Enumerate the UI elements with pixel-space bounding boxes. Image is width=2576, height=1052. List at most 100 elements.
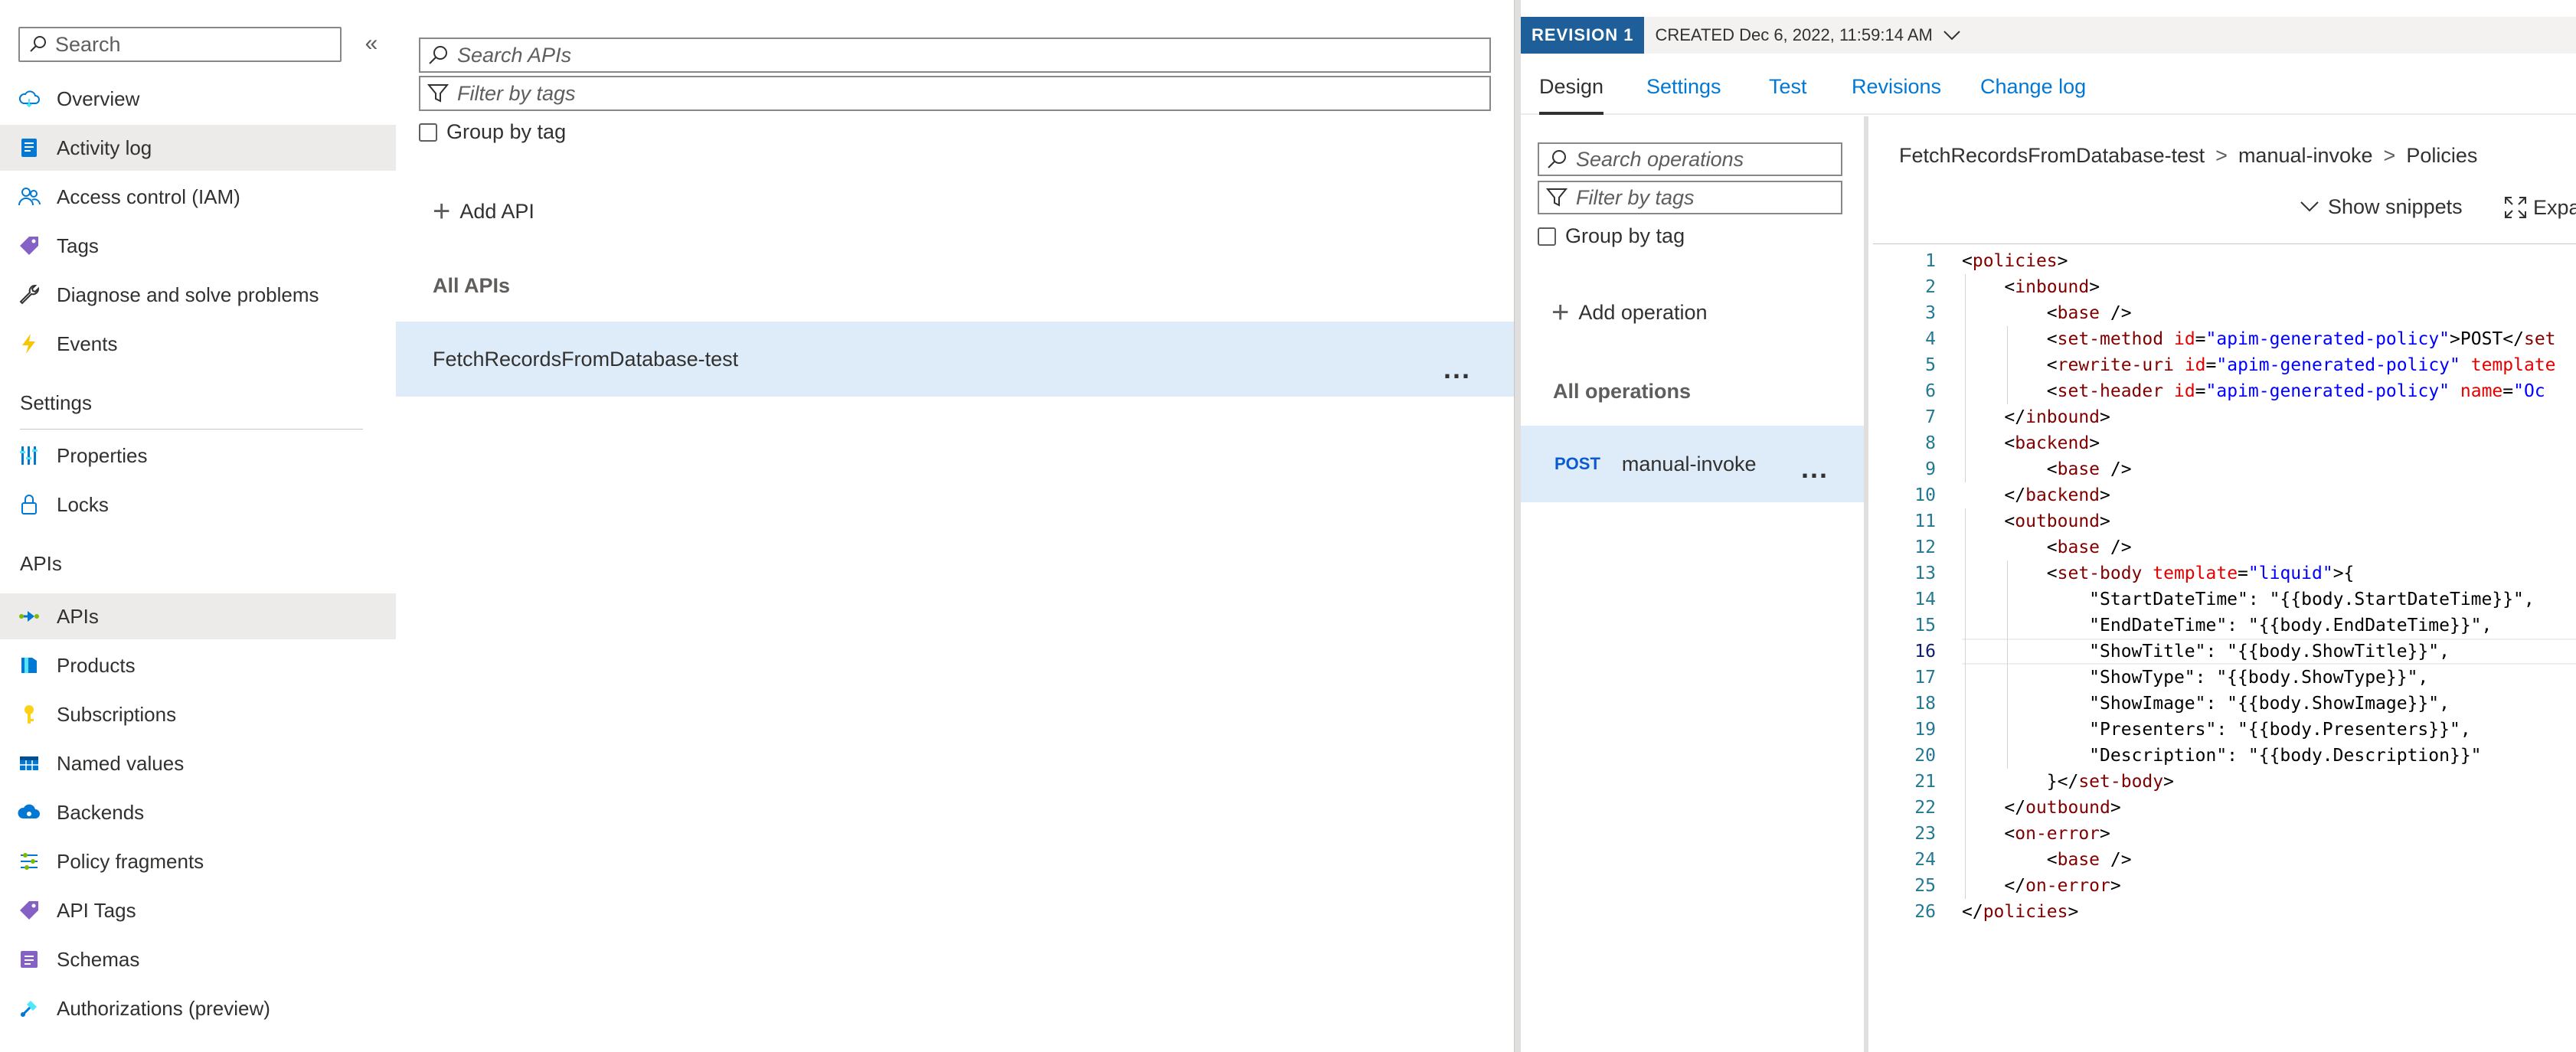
- search-apis-placeholder: Search APIs: [457, 43, 572, 67]
- add-api-button[interactable]: + Add API: [433, 196, 534, 227]
- menu-search-placeholder: Search: [55, 32, 121, 56]
- code-line[interactable]: </inbound>: [1962, 407, 2110, 427]
- code-line[interactable]: }</set-body>: [1962, 772, 2174, 792]
- add-operation-button[interactable]: + Add operation: [1551, 297, 1708, 328]
- code-line[interactable]: "ShowTitle": "{{body.ShowTitle}}",: [1962, 642, 2450, 662]
- nav-item-tags[interactable]: Tags: [0, 223, 396, 269]
- tab-test[interactable]: Test: [1769, 67, 1807, 115]
- plus-icon: +: [1551, 296, 1570, 329]
- tab-settings[interactable]: Settings: [1646, 67, 1721, 115]
- wrench-icon: [15, 281, 43, 309]
- http-verb-badge: POST: [1554, 454, 1600, 473]
- code-line[interactable]: "Description": "{{body.Description}}": [1962, 746, 2481, 766]
- add-operation-label: Add operation: [1578, 300, 1708, 324]
- search-operations-input[interactable]: Search operations: [1538, 142, 1842, 176]
- code-line[interactable]: <policies>: [1962, 251, 2068, 271]
- filter-by-tags-input[interactable]: Filter by tags: [419, 76, 1491, 111]
- line-number: 2: [1925, 277, 1936, 297]
- api-row[interactable]: FetchRecordsFromDatabase-test: [396, 322, 1514, 397]
- key-icon: [15, 701, 43, 728]
- code-line[interactable]: <base />: [1962, 537, 2132, 557]
- code-line[interactable]: <base />: [1962, 303, 2132, 323]
- nav-label: Tags: [57, 234, 99, 257]
- chevron-down-icon[interactable]: [1940, 24, 1963, 47]
- api-more-button[interactable]: ...: [1443, 355, 1471, 383]
- api-list-pane: Search APIs Filter by tags Group by tag …: [396, 0, 1514, 1052]
- code-line[interactable]: </outbound>: [1962, 798, 2120, 818]
- code-line[interactable]: <outbound>: [1962, 511, 2110, 531]
- group-by-tag-checkbox[interactable]: Group by tag: [419, 120, 566, 144]
- code-line[interactable]: <set-body template="liquid">{: [1962, 564, 2355, 583]
- nav-item-products[interactable]: Products: [0, 642, 396, 688]
- code-line[interactable]: <base />: [1962, 850, 2132, 870]
- schema-icon: [15, 946, 43, 973]
- show-snippets-button[interactable]: Show snippets: [2297, 194, 2463, 219]
- operation-name: manual-invoke: [1621, 452, 1757, 475]
- nav-item-subscriptions[interactable]: Subscriptions: [0, 691, 396, 737]
- code-line[interactable]: "StartDateTime": "{{body.StartDateTime}}…: [1962, 590, 2535, 609]
- code-line[interactable]: <rewrite-uri id="apim-generated-policy" …: [1962, 355, 2556, 375]
- nav-item-schemas[interactable]: Schemas: [0, 936, 396, 982]
- nav-item-named-values[interactable]: Named values: [0, 740, 396, 786]
- show-snippets-label: Show snippets: [2328, 194, 2463, 218]
- nav-label: Properties: [57, 443, 148, 467]
- search-operations-placeholder: Search operations: [1576, 147, 1744, 171]
- line-number: 24: [1914, 850, 1936, 870]
- code-line[interactable]: <inbound>: [1962, 277, 2100, 297]
- tab-design[interactable]: Design: [1539, 67, 1604, 115]
- lock-icon: [15, 491, 43, 518]
- operations-pane: Search operations Filter by tags Group b…: [1521, 116, 1868, 1052]
- table-icon: [15, 750, 43, 777]
- tab-revisions[interactable]: Revisions: [1852, 67, 1941, 115]
- nav-item-diagnose[interactable]: Diagnose and solve problems: [0, 272, 396, 318]
- collapse-menu-button[interactable]: «: [360, 31, 383, 57]
- nav-item-api-tags[interactable]: API Tags: [0, 887, 396, 933]
- nav-item-access-control[interactable]: Access control (IAM): [0, 174, 396, 220]
- checkbox-box[interactable]: [419, 123, 437, 142]
- nav-item-activity-log[interactable]: Activity log: [0, 125, 396, 171]
- code-line[interactable]: "Presenters": "{{body.Presenters}}",: [1962, 720, 2471, 740]
- operation-more-button[interactable]: ...: [1801, 455, 1829, 482]
- code-line[interactable]: </on-error>: [1962, 876, 2120, 896]
- nav-item-authorizations[interactable]: Authorizations (preview): [0, 985, 396, 1031]
- tab-change-log[interactable]: Change log: [1980, 67, 2086, 115]
- group-by-tag-checkbox[interactable]: Group by tag: [1538, 224, 1685, 248]
- breadcrumb-api[interactable]: FetchRecordsFromDatabase-test: [1899, 144, 2205, 167]
- code-line[interactable]: "EndDateTime": "{{body.EndDateTime}}",: [1962, 616, 2492, 635]
- editor-top-border: [1873, 243, 2576, 244]
- checkbox-box[interactable]: [1538, 227, 1556, 246]
- code-line[interactable]: <set-method id="apim-generated-policy">P…: [1962, 329, 2556, 349]
- expand-button[interactable]: Expa: [2502, 194, 2576, 221]
- code-line[interactable]: <base />: [1962, 459, 2132, 479]
- nav-item-backends[interactable]: Backends: [0, 789, 396, 835]
- nav-item-overview[interactable]: Overview: [0, 76, 396, 122]
- nav-item-apis[interactable]: APIs: [0, 593, 396, 639]
- nav-label: Subscriptions: [57, 702, 177, 726]
- code-line[interactable]: <backend>: [1962, 433, 2100, 453]
- code-line[interactable]: </policies>: [1962, 902, 2078, 922]
- nav-item-events[interactable]: Events: [0, 321, 396, 367]
- line-number: 26: [1914, 902, 1936, 922]
- code-line[interactable]: "ShowImage": "{{body.ShowImage}}",: [1962, 694, 2450, 714]
- search-apis-input[interactable]: Search APIs: [419, 38, 1491, 73]
- line-number: 1: [1925, 251, 1936, 271]
- revision-bar: REVISION 1 CREATED Dec 6, 2022, 11:59:14…: [1521, 17, 2576, 54]
- breadcrumb-operation[interactable]: manual-invoke: [2238, 144, 2373, 167]
- menu-search-input[interactable]: Search: [18, 27, 342, 62]
- tag-icon: [15, 232, 43, 260]
- filter-operations-input[interactable]: Filter by tags: [1538, 181, 1842, 214]
- nav-item-policy-fragments[interactable]: Policy fragments: [0, 838, 396, 884]
- code-line[interactable]: <on-error>: [1962, 824, 2110, 844]
- code-line[interactable]: </backend>: [1962, 485, 2110, 505]
- pane-splitter[interactable]: [1514, 0, 1521, 1052]
- nav-item-properties[interactable]: Properties: [0, 433, 396, 479]
- revision-badge: REVISION 1: [1521, 17, 1645, 54]
- nav-item-locks[interactable]: Locks: [0, 482, 396, 528]
- authorization-icon: [15, 995, 43, 1022]
- code-line[interactable]: "ShowType": "{{body.ShowType}}",: [1962, 668, 2428, 688]
- line-number: 15: [1914, 616, 1936, 635]
- filter-placeholder: Filter by tags: [457, 81, 576, 105]
- nav-label: Events: [57, 332, 118, 355]
- nav-label: APIs: [57, 604, 99, 628]
- code-line[interactable]: <set-header id="apim-generated-policy" n…: [1962, 381, 2545, 401]
